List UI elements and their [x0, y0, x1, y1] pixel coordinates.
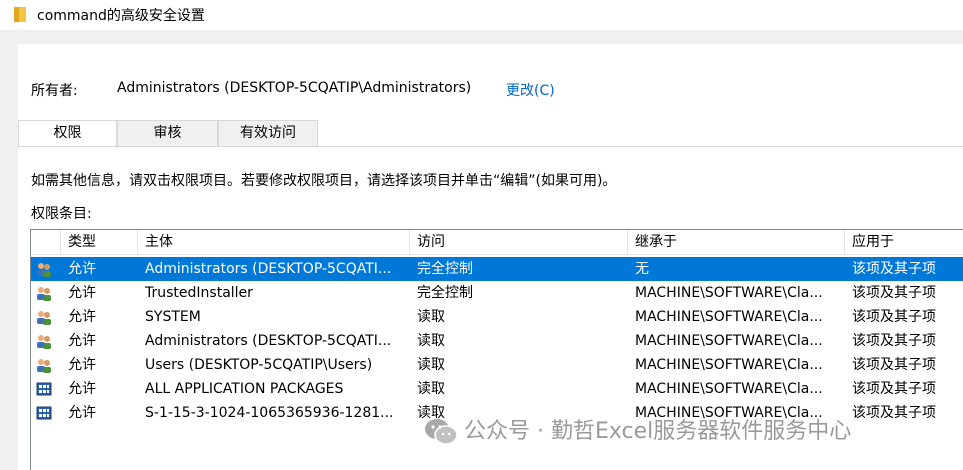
user-group-icon	[37, 335, 51, 349]
title-bar: command的高级安全设置	[0, 0, 963, 30]
cell-type: 允许	[68, 405, 96, 421]
table-row[interactable]: 允许 Users (DESKTOP-5CQATIP\Users) 读取 MACHINE…	[31, 353, 963, 377]
cell-access: 完全控制	[417, 285, 473, 301]
user-group-icon	[37, 287, 51, 301]
cell-applies: 该项及其子项	[852, 405, 936, 421]
cell-access: 读取	[417, 333, 445, 349]
column-header-inherited[interactable]: 继承于	[628, 230, 845, 254]
cell-principal: TrustedInstaller	[145, 285, 253, 301]
cell-type: 允许	[68, 357, 96, 373]
table-row[interactable]: 允许 SYSTEM 读取 MACHINE\SOFTWARE\Cla... 该项及其子项	[31, 305, 963, 329]
cell-inherited: MACHINE\SOFTWARE\Cla...	[635, 285, 823, 301]
cell-principal: Users (DESKTOP-5CQATIP\Users)	[145, 357, 373, 373]
watermark-text: 公众号 · 勤哲Excel服务器软件服务中心	[464, 419, 852, 444]
column-header-type[interactable]: 类型	[61, 230, 138, 254]
permission-entries-label: 权限条目:	[31, 206, 92, 222]
cell-access: 读取	[417, 381, 445, 397]
table-row[interactable]: 允许 ALL APPLICATION PACKAGES 读取 MACHINE\SOFT…	[31, 377, 963, 401]
change-owner-link[interactable]: 更改(C)	[506, 80, 555, 100]
cell-type: 允许	[68, 261, 96, 277]
app-packages-icon	[36, 406, 52, 420]
cell-applies: 该项及其子项	[852, 261, 936, 277]
cell-applies: 该项及其子项	[852, 309, 936, 325]
cell-principal: ALL APPLICATION PACKAGES	[145, 381, 344, 397]
cell-type: 允许	[68, 333, 96, 349]
tab-effective-access[interactable]: 有效访问	[218, 120, 318, 146]
cell-applies: 该项及其子项	[852, 285, 936, 301]
column-header-access[interactable]: 访问	[410, 230, 628, 254]
cell-applies: 该项及其子项	[852, 333, 936, 349]
table-row[interactable]: 允许 Administrators (DESKTOP-5CQATI... 读取 MAC…	[31, 329, 963, 353]
column-header-icon[interactable]	[31, 230, 61, 254]
cell-inherited: MACHINE\SOFTWARE\Cla...	[635, 309, 823, 325]
cell-principal: Administrators (DESKTOP-5CQATI...	[145, 333, 392, 349]
column-header-principal[interactable]: 主体	[138, 230, 410, 254]
cell-type: 允许	[68, 285, 96, 301]
user-group-icon	[37, 359, 51, 373]
user-group-icon	[37, 263, 51, 277]
cell-principal: Administrators (DESKTOP-5CQATI...	[145, 261, 392, 277]
tab-divider	[18, 146, 963, 147]
cell-inherited: MACHINE\SOFTWARE\Cla...	[635, 357, 823, 373]
user-group-icon	[37, 311, 51, 325]
wechat-icon	[425, 419, 458, 445]
owner-value: Administrators (DESKTOP-5CQATIP\Administ…	[117, 80, 472, 96]
column-header-applies[interactable]: 应用于	[845, 230, 963, 254]
info-text: 如需其他信息，请双击权限项目。若要修改权限项目，请选择该项目并单击“编辑”(如果…	[31, 173, 617, 189]
cell-type: 允许	[68, 309, 96, 325]
table-row[interactable]: 允许 TrustedInstaller 完全控制 MACHINE\SOFTWARE\C…	[31, 281, 963, 305]
folder-icon	[14, 7, 26, 22]
cell-applies: 该项及其子项	[852, 357, 936, 373]
app-packages-icon	[36, 382, 52, 396]
cell-principal: S-1-15-3-1024-1065365936-1281...	[145, 405, 394, 421]
cell-access: 读取	[417, 309, 445, 325]
cell-inherited: MACHINE\SOFTWARE\Cla...	[635, 381, 823, 397]
window-title: command的高级安全设置	[37, 8, 205, 24]
cell-applies: 该项及其子项	[852, 381, 936, 397]
tab-permissions[interactable]: 权限	[18, 120, 117, 148]
cell-inherited: 无	[635, 261, 649, 277]
cell-access: 完全控制	[417, 261, 473, 277]
owner-label: 所有者:	[31, 83, 78, 99]
cell-inherited: MACHINE\SOFTWARE\Cla...	[635, 333, 823, 349]
tab-auditing[interactable]: 审核	[117, 120, 218, 146]
table-row[interactable]: 允许 Administrators (DESKTOP-5CQATI... 完全控制 无…	[31, 257, 963, 281]
list-header: 类型 主体 访问 继承于 应用于	[31, 230, 963, 255]
cell-type: 允许	[68, 381, 96, 397]
cell-principal: SYSTEM	[145, 309, 201, 325]
cell-access: 读取	[417, 357, 445, 373]
